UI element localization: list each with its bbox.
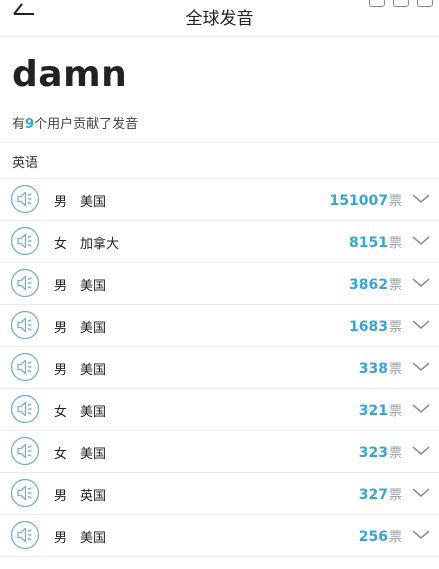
speaker-country: 美国 xyxy=(80,363,107,378)
speaker-country: 美国 xyxy=(80,279,107,294)
speaker-country: 美国 xyxy=(80,321,107,336)
speaker-icon xyxy=(10,268,40,298)
speaker-country: 美国 xyxy=(80,195,107,210)
pronunciation-row[interactable]: 男美国 256票 xyxy=(0,515,439,557)
chevron-down-icon[interactable] xyxy=(411,485,431,504)
vote-unit: 票 xyxy=(388,488,402,503)
play-pronunciation-button[interactable] xyxy=(10,184,40,218)
speaker-gender: 女 xyxy=(54,405,68,420)
pronunciation-row[interactable]: 男美国 3862票 xyxy=(0,263,439,305)
speaker-gender: 男 xyxy=(54,363,68,378)
contributor-prefix: 有 xyxy=(12,117,26,132)
pronunciation-row[interactable]: 男美国 151007票 xyxy=(0,179,439,221)
pronunciation-row[interactable]: 男美国 1683票 xyxy=(0,305,439,347)
speaker-icon xyxy=(10,184,40,214)
vote-count: 323票 xyxy=(359,442,402,461)
chevron-down-icon[interactable] xyxy=(411,191,431,210)
pronunciation-row[interactable]: 男美国 338票 xyxy=(0,347,439,389)
vote-unit: 票 xyxy=(388,404,402,419)
speaker-country: 美国 xyxy=(80,531,107,546)
speaker-icon xyxy=(10,520,40,550)
pronunciation-row[interactable]: 男英国 327票 xyxy=(0,473,439,515)
play-pronunciation-button[interactable] xyxy=(10,436,40,470)
chevron-down-icon[interactable] xyxy=(411,443,431,462)
vote-number: 321 xyxy=(358,403,388,419)
pronunciation-row[interactable]: 女加拿大 8151票 xyxy=(0,221,439,263)
pronunciation-row[interactable]: 女美国 321票 xyxy=(0,389,439,431)
vote-number: 256 xyxy=(358,529,388,545)
vote-unit: 票 xyxy=(388,530,402,545)
vote-number: 338 xyxy=(358,361,388,377)
top-actions xyxy=(369,0,433,7)
vote-count: 1683票 xyxy=(349,316,402,335)
top-bar: 全球发音 xyxy=(0,0,439,37)
page-title: 全球发音 xyxy=(185,9,254,29)
vote-count: 338票 xyxy=(359,358,402,377)
chevron-down-icon[interactable] xyxy=(411,527,431,546)
play-pronunciation-button[interactable] xyxy=(10,352,40,386)
speaker-gender: 男 xyxy=(54,279,68,294)
vote-count: 8151票 xyxy=(349,232,402,251)
divider xyxy=(0,142,439,143)
vote-number: 8151 xyxy=(349,235,388,251)
vote-number: 327 xyxy=(358,487,388,503)
contributor-suffix: 个用户贡献了发音 xyxy=(34,117,139,132)
speaker-icon xyxy=(10,226,40,256)
section-label-english: 英语 xyxy=(12,156,39,171)
speaker-country: 加拿大 xyxy=(80,237,120,252)
speaker-icon xyxy=(10,394,40,424)
play-pronunciation-button[interactable] xyxy=(10,394,40,428)
speaker-country: 美国 xyxy=(80,447,107,462)
vote-number: 151007 xyxy=(329,193,388,209)
play-pronunciation-button[interactable] xyxy=(10,268,40,302)
speaker-gender: 男 xyxy=(54,531,68,546)
vote-count: 327票 xyxy=(359,484,402,503)
share-icon[interactable] xyxy=(369,0,385,7)
speaker-gender: 男 xyxy=(54,195,68,210)
vote-count: 3862票 xyxy=(349,274,402,293)
contributor-summary: 有9个用户贡献了发音 xyxy=(12,113,138,132)
speaker-icon xyxy=(10,478,40,508)
chevron-down-icon[interactable] xyxy=(411,359,431,378)
word-title: damn xyxy=(12,54,128,95)
speaker-gender: 男 xyxy=(54,489,68,504)
vote-unit: 票 xyxy=(388,446,402,461)
vote-unit: 票 xyxy=(388,236,402,251)
more-icon[interactable] xyxy=(417,0,433,7)
play-pronunciation-button[interactable] xyxy=(10,520,40,554)
speaker-country: 美国 xyxy=(80,405,107,420)
speaker-icon xyxy=(10,310,40,340)
chevron-down-icon[interactable] xyxy=(411,233,431,252)
vote-count: 256票 xyxy=(359,526,402,545)
vote-unit: 票 xyxy=(388,194,402,209)
vote-unit: 票 xyxy=(388,320,402,335)
speaker-gender: 男 xyxy=(54,321,68,336)
chevron-down-icon[interactable] xyxy=(411,275,431,294)
vote-number: 3862 xyxy=(349,277,388,293)
speaker-gender: 女 xyxy=(54,237,68,252)
speaker-country: 英国 xyxy=(80,489,107,504)
play-pronunciation-button[interactable] xyxy=(10,310,40,344)
vote-unit: 票 xyxy=(388,278,402,293)
pronunciation-row[interactable]: 女美国 323票 xyxy=(0,431,439,473)
speaker-icon xyxy=(10,436,40,466)
play-pronunciation-button[interactable] xyxy=(10,478,40,512)
play-pronunciation-button[interactable] xyxy=(10,226,40,260)
vote-count: 151007票 xyxy=(330,190,402,209)
vote-number: 323 xyxy=(358,445,388,461)
vote-unit: 票 xyxy=(388,362,402,377)
chevron-down-icon[interactable] xyxy=(411,317,431,336)
vote-number: 1683 xyxy=(349,319,388,335)
contributor-count: 9 xyxy=(25,117,35,132)
vote-count: 321票 xyxy=(359,400,402,419)
row-divider xyxy=(0,556,439,557)
chevron-down-icon[interactable] xyxy=(411,401,431,420)
favorite-icon[interactable] xyxy=(393,0,409,7)
speaker-gender: 女 xyxy=(54,447,68,462)
speaker-icon xyxy=(10,352,40,382)
